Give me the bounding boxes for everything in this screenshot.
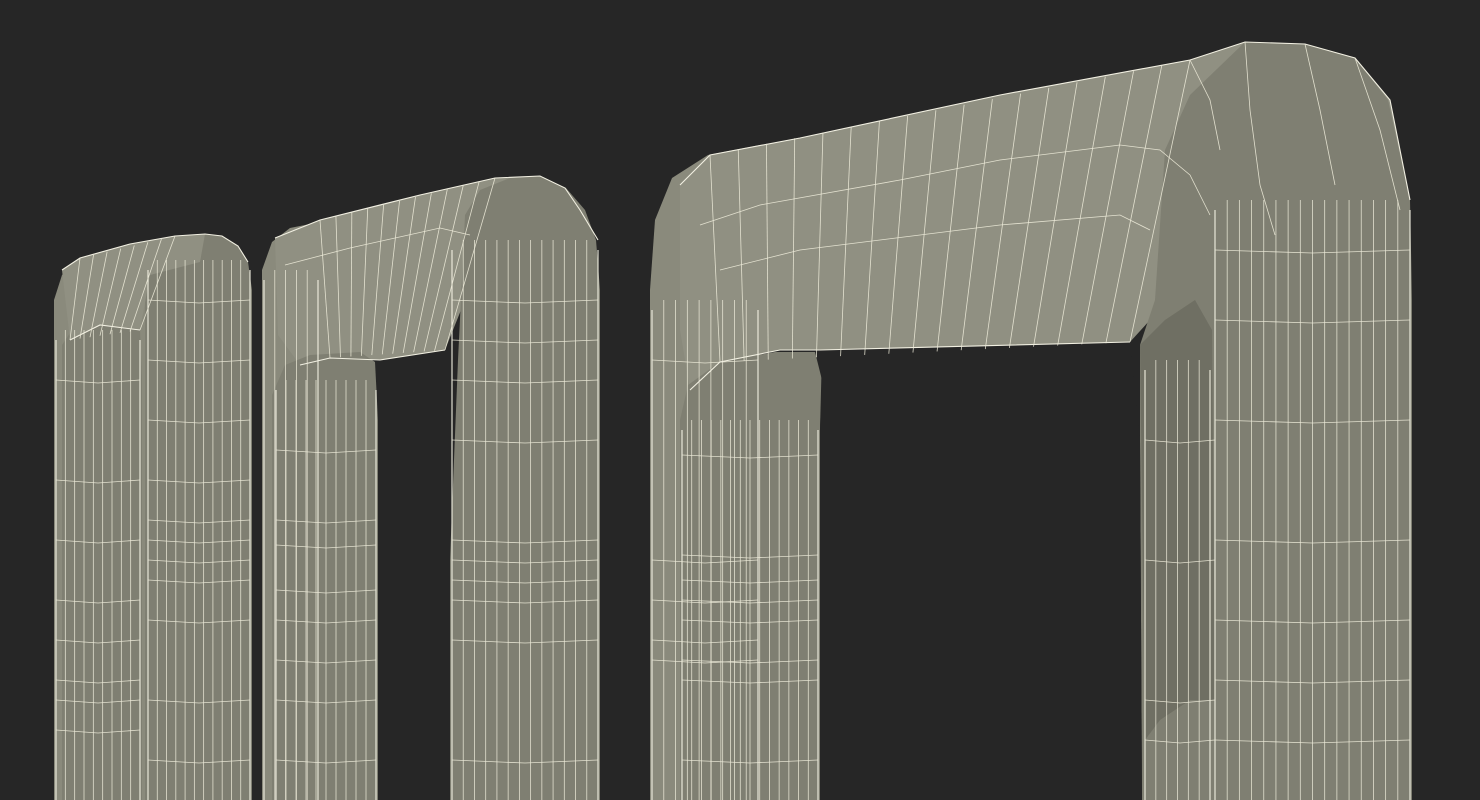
medium-handle-opening — [378, 352, 450, 800]
medium-handle-inner-leg — [272, 352, 378, 800]
small-handle-right-leg — [145, 234, 252, 800]
medium-handle-right-leg — [450, 176, 600, 800]
large-handle — [650, 42, 1412, 800]
wireframe-scene — [54, 41, 1412, 800]
small-handle-inner-leg — [62, 318, 142, 800]
large-handle-opening — [820, 342, 1142, 800]
render-viewport — [0, 0, 1480, 800]
